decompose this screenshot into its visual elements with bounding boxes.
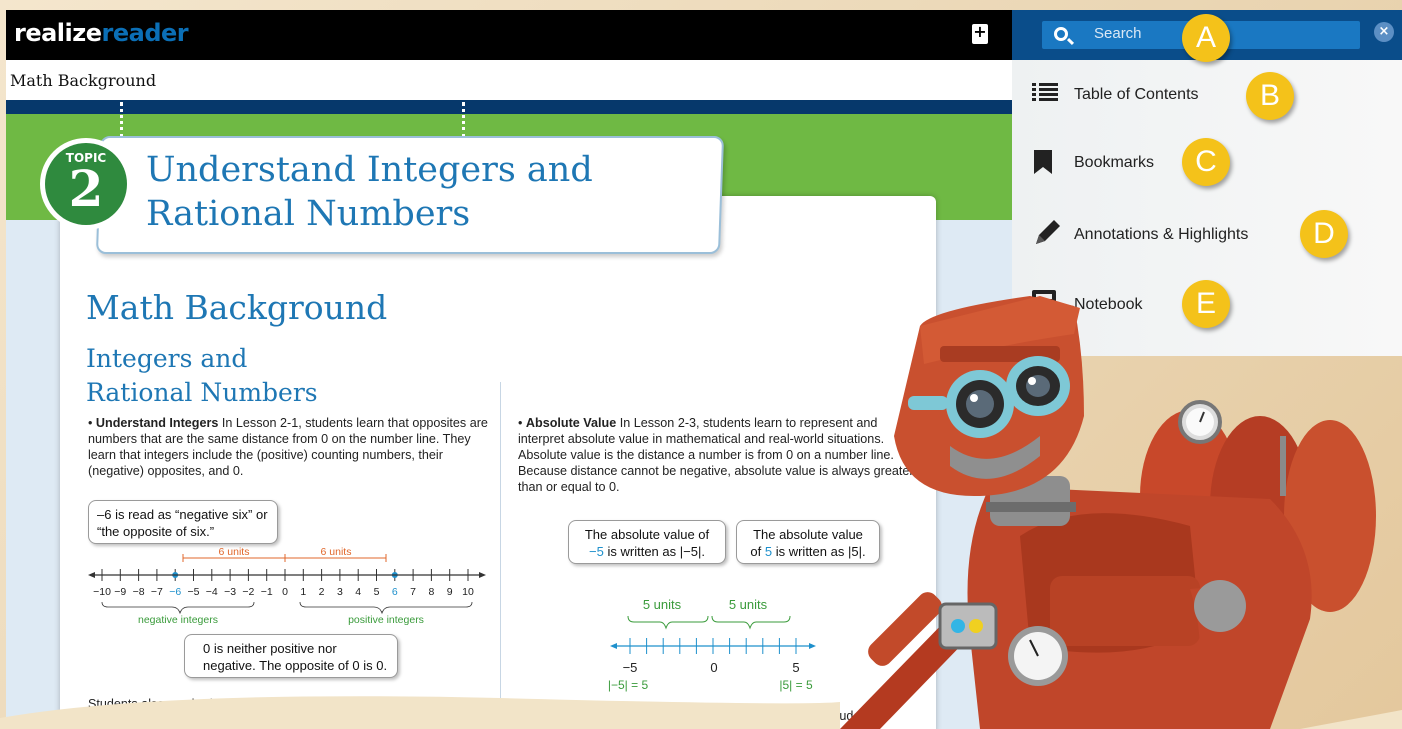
units-label-left: 6 units [219, 546, 250, 558]
logo-text-reader: reader [101, 19, 189, 47]
paragraph-understand-integers: • Understand Integers In Lesson 2-1, stu… [88, 416, 488, 478]
topic-title-line1: Understand Integers and [146, 150, 593, 190]
bookmark-plus-icon[interactable] [972, 22, 988, 44]
tick-label: 4 [355, 586, 361, 598]
marker-a: A [1182, 14, 1230, 62]
pencil-icon [1036, 220, 1060, 244]
number-line-integers: −10 −9 −8 −7 −6 −5 −4 −3 −2 −1 0 1 2 3 4 5 6 7 8 9 10 6 unit… [88, 546, 486, 626]
robot-mascot-illustration [840, 296, 1376, 729]
topic-badge: TOPIC 2 [40, 138, 132, 230]
bookmark-icon [1034, 150, 1052, 174]
screen: realizereader Math Background Understand… [0, 0, 1402, 729]
units-label-right: 6 units [321, 546, 352, 558]
logo-text-realize: realize [14, 19, 102, 47]
tick-label: −7 [151, 586, 163, 598]
tick-label: −10 [93, 586, 111, 598]
subheading-line2: Rational Numbers [86, 378, 318, 407]
column-divider [500, 382, 501, 722]
topic-title: Understand Integers and Rational Numbers [146, 148, 593, 236]
callout-notation: |−5| [679, 544, 702, 559]
callout-value: −5 [589, 544, 604, 559]
paragraph-lead: Understand Integers [95, 416, 219, 430]
units-label-left: 5 units [643, 597, 682, 612]
marker-c: C [1182, 138, 1230, 186]
list-icon [1032, 83, 1058, 101]
callout-zero: 0 is neither positive nor negative. The … [184, 634, 398, 678]
tick-label: 7 [410, 586, 416, 598]
marker-e: E [1182, 280, 1230, 328]
top-bar: realizereader [6, 10, 1014, 60]
close-icon[interactable]: × [1374, 22, 1394, 42]
tick-label: −6 [169, 586, 181, 598]
tick-label: −9 [114, 586, 126, 598]
binder-dots [120, 102, 123, 138]
menu-item-label: Annotations & Highlights [1074, 226, 1249, 243]
units-label-right: 5 units [729, 597, 768, 612]
callout-absolute-neg5: The absolute value of −5 is written as |… [568, 520, 726, 564]
tick-label: 10 [462, 586, 474, 598]
callout-value: 5 [764, 544, 773, 559]
menu-item-table-of-contents[interactable]: Table of Contents [1012, 66, 1402, 126]
search-placeholder: Search [1094, 25, 1142, 42]
topic-title-line2: Rational Numbers [146, 194, 471, 234]
header-band [6, 100, 1014, 114]
tick-label: 8 [428, 586, 434, 598]
marker-d: D [1300, 210, 1348, 258]
positive-integers-label: positive integers [348, 614, 424, 626]
callout-text: is written as [607, 544, 677, 559]
marker-b: B [1246, 72, 1294, 120]
page-curl-decoration [0, 696, 1402, 729]
binder-dots [462, 102, 465, 138]
callout-text: The absolute value of [584, 527, 710, 542]
tick-label: 0 [282, 586, 288, 598]
tick-label: −5 [188, 586, 200, 598]
section-heading: Math Background [86, 288, 388, 327]
tick-label: 1 [300, 586, 306, 598]
negative-integers-label: negative integers [138, 614, 218, 626]
tick-label: −8 [133, 586, 145, 598]
section-subheading: Integers and Rational Numbers [86, 342, 318, 410]
callout-text: of [750, 544, 762, 559]
tick-label: −2 [242, 586, 254, 598]
tick-label: 6 [392, 586, 398, 598]
page-title-bar: Math Background [6, 60, 1014, 100]
tick-label: −5 [623, 660, 638, 675]
menu-item-label: Bookmarks [1074, 154, 1155, 171]
search-icon [1054, 27, 1068, 41]
page-title: Math Background [10, 71, 157, 90]
menu-item-label: Table of Contents [1074, 86, 1199, 103]
tick-label: 5 [374, 586, 380, 598]
tick-label: 2 [319, 586, 325, 598]
tick-label: 0 [710, 660, 717, 675]
topic-badge-number: 2 [68, 159, 104, 218]
realize-reader-logo[interactable]: realizereader [14, 19, 189, 47]
tick-label: 9 [447, 586, 453, 598]
tick-label: −1 [261, 586, 273, 598]
callout-negative-six: –6 is read as “negative six” or “the opp… [88, 500, 278, 544]
paragraph-lead: Absolute Value [525, 416, 617, 430]
tick-label: −3 [224, 586, 236, 598]
tick-label: 3 [337, 586, 343, 598]
subheading-line1: Integers and [86, 344, 248, 373]
tick-label: −4 [206, 586, 218, 598]
